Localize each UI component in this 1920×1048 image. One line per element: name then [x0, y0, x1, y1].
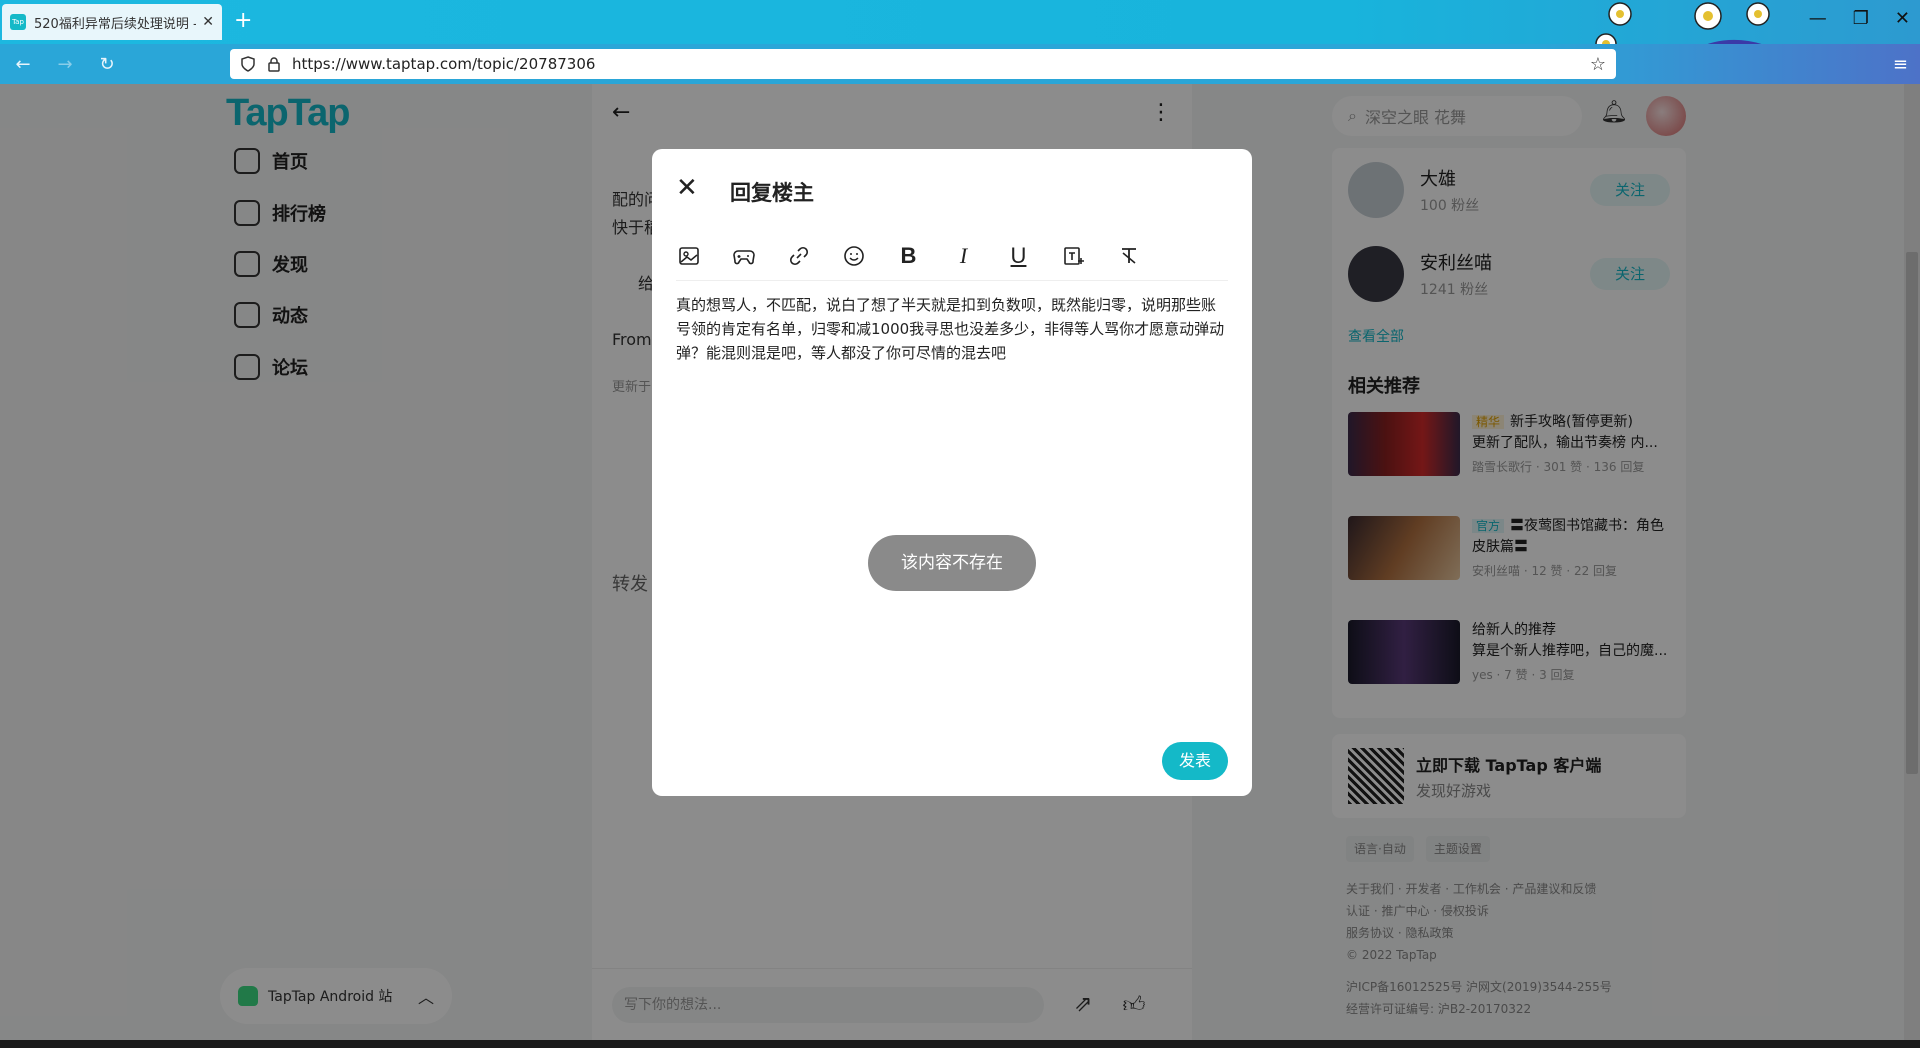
tab-close-icon[interactable]: ✕: [202, 14, 214, 30]
close-icon[interactable]: ✕: [676, 173, 698, 203]
bookmark-star-icon[interactable]: ☆: [1590, 54, 1606, 75]
browser-menu-icon[interactable]: ≡: [1893, 54, 1908, 75]
back-arrow-icon[interactable]: ←: [8, 54, 38, 75]
shield-icon: [241, 56, 255, 72]
reload-icon[interactable]: ↻: [92, 54, 122, 75]
restore-icon[interactable]: ❐: [1853, 8, 1869, 29]
toast-message: 该内容不存在: [868, 535, 1036, 591]
reply-textarea[interactable]: 真的想骂人，不匹配，说白了想了半天就是扣到负数呗，既然能归零，说明那些账号领的肯…: [676, 293, 1228, 365]
italic-icon[interactable]: I: [951, 243, 976, 268]
emoji-icon[interactable]: [841, 243, 866, 268]
minimize-icon[interactable]: —: [1809, 8, 1827, 29]
tab-title: 520福利异常后续处理说明 - 深: [34, 16, 196, 32]
window-controls: — ❐ ✕: [1809, 8, 1910, 29]
reply-dialog: ✕ 回复楼主 B I U 真的想骂人，不匹配，说白了想了半天就是扣到负数呗，既然…: [652, 149, 1252, 796]
underline-icon[interactable]: U: [1006, 243, 1031, 268]
dialog-title: 回复楼主: [730, 181, 814, 205]
insert-text-icon[interactable]: [1061, 243, 1086, 268]
forward-arrow-icon[interactable]: →: [50, 54, 80, 75]
taskbar: [0, 1040, 1920, 1048]
browser-nav-bar: ← → ↻ https://www.taptap.com/topic/20787…: [0, 44, 1920, 84]
address-bar[interactable]: https://www.taptap.com/topic/20787306 ☆: [230, 49, 1616, 79]
tab-favicon-icon: Tap: [10, 14, 26, 30]
lock-icon: [268, 57, 280, 72]
editor-toolbar: B I U: [676, 231, 1228, 281]
browser-tab[interactable]: Tap 520福利异常后续处理说明 - 深 ✕: [2, 4, 222, 40]
bold-icon[interactable]: B: [896, 243, 921, 268]
url-text: https://www.taptap.com/topic/20787306: [292, 55, 596, 73]
link-icon[interactable]: [786, 243, 811, 268]
image-icon[interactable]: [676, 243, 701, 268]
publish-button[interactable]: 发表: [1162, 742, 1228, 780]
gamepad-icon[interactable]: [731, 243, 756, 268]
close-window-icon[interactable]: ✕: [1895, 8, 1910, 29]
new-tab-icon[interactable]: +: [234, 8, 252, 33]
clear-format-icon[interactable]: [1116, 243, 1141, 268]
browser-tab-bar: Tap 520福利异常后续处理说明 - 深 ✕ + — ❐ ✕: [0, 0, 1920, 84]
